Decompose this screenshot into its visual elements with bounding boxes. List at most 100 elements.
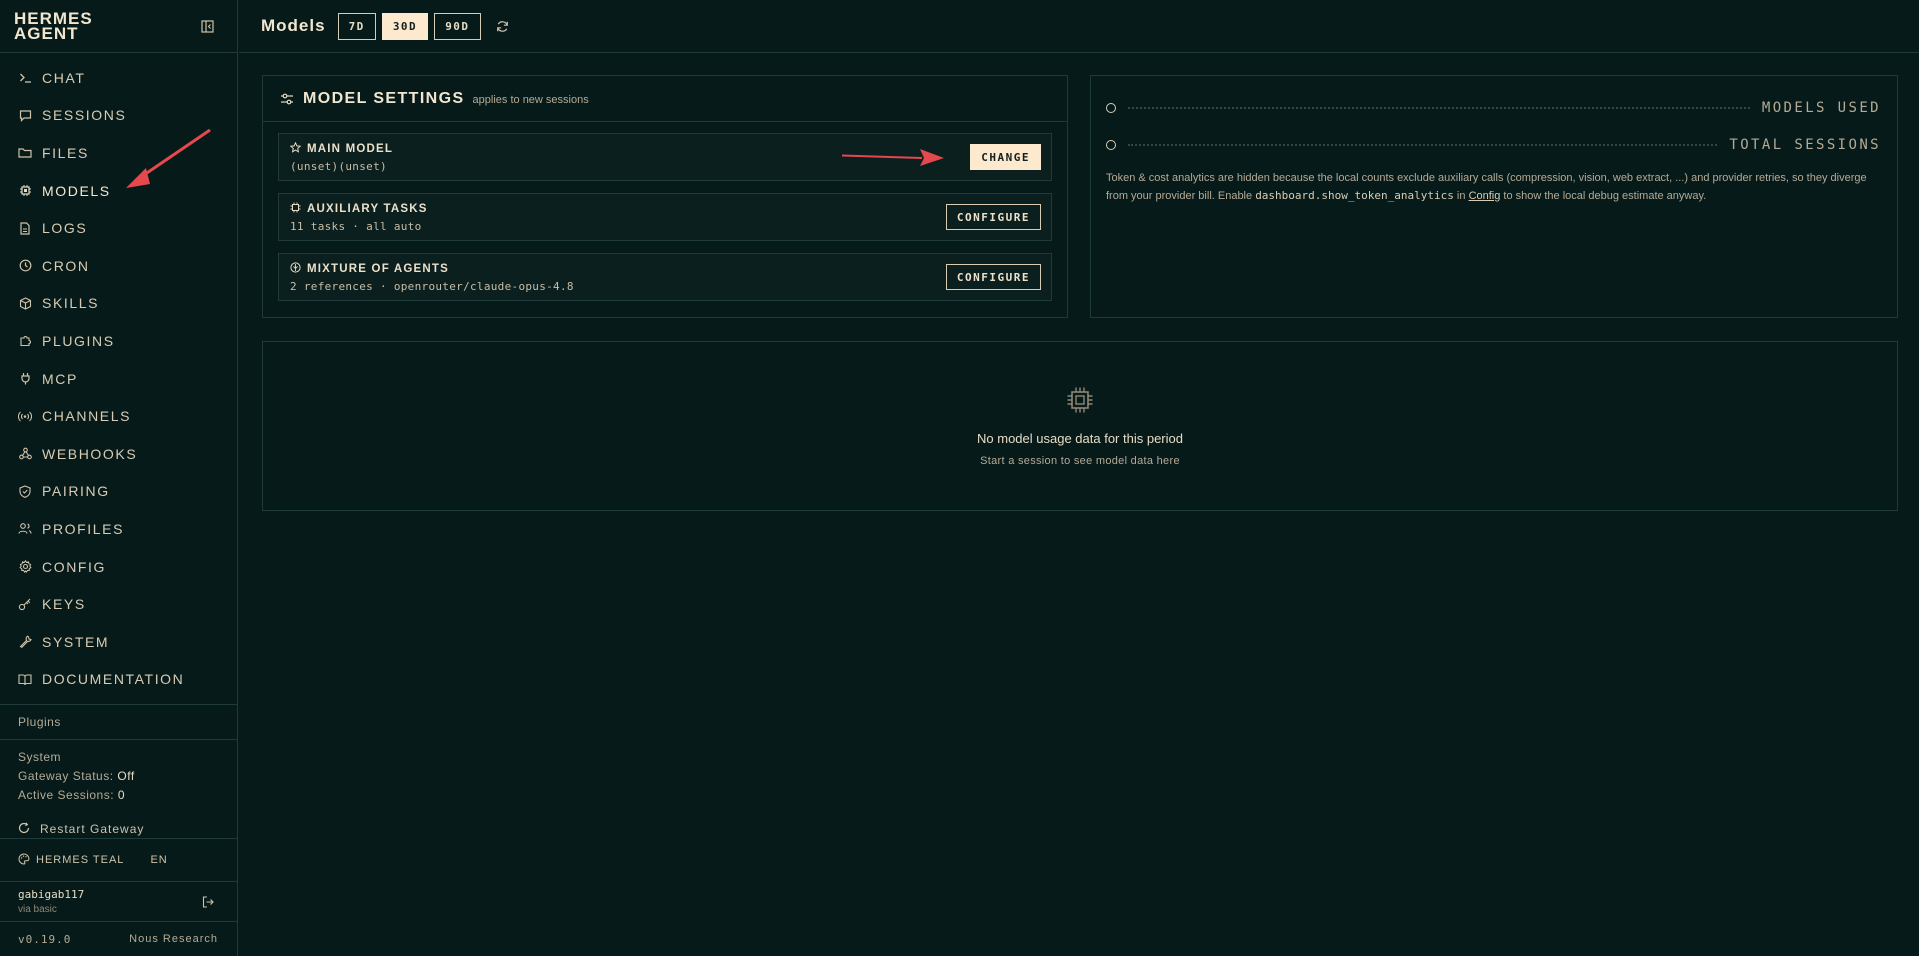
sidebar-item-documentation[interactable]: DOCUMENTATION (0, 661, 237, 699)
sidebar-item-config[interactable]: CONFIG (0, 548, 237, 586)
model-settings-title: MODEL SETTINGS (303, 89, 465, 107)
model-settings-panel: MODEL SETTINGS applies to new sessions M… (262, 75, 1068, 318)
note-text-end: to show the local debug estimate anyway. (1500, 190, 1707, 202)
sidebar-item-keys[interactable]: KEYS (0, 585, 237, 623)
auxiliary-tasks-info: AUXILIARY TASKS 11 tasks · all auto (290, 202, 428, 233)
sidebar-item-label: PROFILES (42, 520, 125, 537)
stat-dot-icon (1106, 103, 1116, 113)
configure-auxiliary-button[interactable]: CONFIGURE (945, 204, 1041, 230)
gateway-status-label: Gateway Status: (18, 769, 114, 784)
note-config-key: dashboard.show_token_analytics (1255, 189, 1454, 202)
empty-state: No model usage data for this period Star… (263, 386, 1897, 467)
main-model-title: MAIN MODEL (289, 141, 393, 156)
sidebar-item-logs[interactable]: LOGS (0, 209, 237, 247)
sidebar-item-system[interactable]: SYSTEM (0, 623, 237, 661)
version-footer: v0.19.0 Nous Research (0, 921, 238, 956)
key-icon (18, 597, 32, 611)
config-link[interactable]: Config (1469, 190, 1501, 202)
sidebar-item-channels[interactable]: CHANNELS (0, 397, 237, 435)
cpu-icon (290, 202, 301, 216)
mixture-of-agents-info: MIXTURE OF AGENTS 2 references · openrou… (290, 261, 574, 293)
refresh-icon[interactable] (495, 18, 511, 34)
sidebar-item-label: CHAT (42, 69, 86, 86)
file-text-icon (18, 221, 32, 235)
models-used-stat: MODELS USED (1106, 98, 1881, 118)
sliders-icon (279, 91, 295, 107)
sidebar-item-label: MODELS (42, 182, 111, 199)
range-7d-button[interactable]: 7D (337, 12, 376, 40)
annotation-arrow-models (126, 128, 211, 188)
wrench-icon (18, 635, 32, 649)
main-model-value: (unset)(unset) (290, 159, 387, 173)
restart-gateway-label: Restart Gateway (40, 822, 145, 837)
configure-moa-button[interactable]: CONFIGURE (945, 264, 1041, 290)
theme-selector[interactable]: HERMES TEAL (36, 854, 124, 866)
active-sessions: Active Sessions: 0 (18, 788, 219, 807)
puzzle-icon (18, 334, 32, 348)
model-settings-header: MODEL SETTINGS applies to new sessions (263, 76, 1067, 122)
usage-stats-panel: MODELS USED TOTAL SESSIONS Token & cost … (1090, 75, 1898, 318)
sidebar-item-label: SKILLS (42, 295, 100, 312)
annotation-arrow-change (842, 149, 944, 166)
sidebar-item-label: PAIRING (42, 483, 110, 500)
sidebar-item-profiles[interactable]: PROFILES (0, 510, 237, 548)
auxiliary-tasks-summary: 11 tasks · all auto (290, 219, 422, 233)
active-sessions-label: Active Sessions: (18, 788, 115, 803)
active-sessions-value: 0 (117, 788, 126, 803)
sidebar-item-label: LOGS (42, 220, 88, 237)
chip-icon (1066, 386, 1094, 419)
sidebar-item-pairing[interactable]: PAIRING (0, 473, 237, 511)
mixture-of-agents-summary: 2 references · openrouter/claude-opus-4.… (290, 279, 574, 293)
stat-leader (1128, 107, 1750, 109)
empty-state-title: No model usage data for this period (977, 431, 1183, 446)
change-model-button[interactable]: CHANGE (970, 144, 1041, 170)
range-30d-button[interactable]: 30D (381, 12, 429, 40)
plugins-section-heading: Plugins (0, 704, 237, 739)
cpu-icon (18, 184, 32, 198)
message-icon (18, 108, 32, 122)
language-selector[interactable]: EN (150, 854, 167, 866)
model-usage-panel: No model usage data for this period Star… (262, 341, 1898, 511)
refresh-icon (18, 822, 30, 837)
logout-icon[interactable] (200, 894, 216, 910)
vendor-link[interactable]: Nous Research (129, 933, 218, 945)
range-90d-button[interactable]: 90D (434, 12, 481, 40)
sidebar-item-webhooks[interactable]: WEBHOOKS (0, 435, 237, 473)
sidebar-item-cron[interactable]: CRON (0, 247, 237, 285)
restart-gateway-button[interactable]: Restart Gateway (18, 819, 219, 839)
sidebar-item-label: PLUGINS (42, 332, 115, 349)
layers-icon (290, 261, 301, 276)
sidebar-item-label: CHANNELS (42, 408, 132, 425)
sidebar-item-label: KEYS (42, 596, 86, 613)
sidebar-item-label: CRON (42, 257, 90, 274)
version-label: v0.19.0 (18, 932, 72, 946)
total-sessions-label: TOTAL SESSIONS (1729, 137, 1881, 153)
sidebar-item-label: FILES (42, 144, 89, 161)
page-title: Models (261, 16, 326, 35)
sidebar-item-skills[interactable]: SKILLS (0, 285, 237, 323)
shield-icon (18, 484, 32, 498)
sidebar-item-label: WEBHOOKS (42, 445, 138, 462)
sidebar-item-chat[interactable]: CHAT (0, 59, 237, 97)
main-model-info: MAIN MODEL (unset)(unset) (289, 141, 393, 173)
sidebar-item-plugins[interactable]: PLUGINS (0, 322, 237, 360)
auxiliary-tasks-row: AUXILIARY TASKS 11 tasks · all auto CONF… (278, 193, 1052, 241)
book-icon (18, 672, 32, 686)
plug-icon (18, 372, 32, 386)
star-icon (289, 141, 302, 156)
sidebar-item-label: SYSTEM (42, 633, 110, 650)
users-icon (18, 522, 32, 536)
auxiliary-tasks-title: AUXILIARY TASKS (290, 202, 428, 216)
gateway-status-value: Off (117, 769, 135, 784)
sidebar-item-mcp[interactable]: MCP (0, 360, 237, 398)
gear-icon (18, 560, 32, 574)
note-text-mid: in (1453, 190, 1469, 202)
gateway-status: Gateway Status: Off (18, 769, 219, 788)
collapse-sidebar-icon[interactable] (199, 18, 215, 34)
webhook-icon (18, 447, 32, 461)
folder-icon (18, 146, 32, 160)
theme-row: HERMES TEAL EN (0, 838, 238, 881)
brand-logo[interactable]: HERMES AGENT (14, 10, 94, 43)
clock-icon (18, 259, 32, 273)
brand-line-2: AGENT (14, 24, 79, 43)
